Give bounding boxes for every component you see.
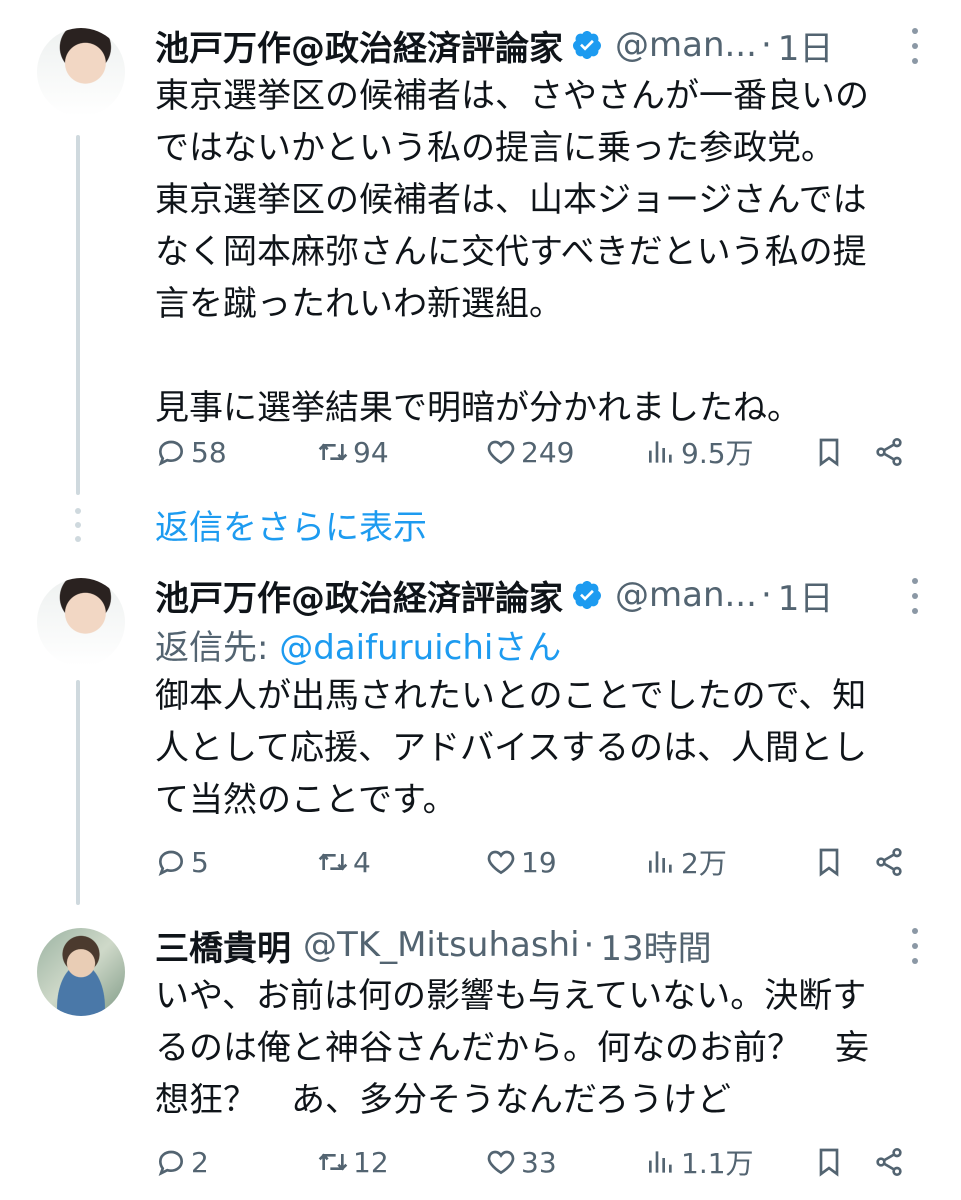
retweet-count: 94	[353, 435, 389, 469]
reply-button[interactable]: 5	[155, 846, 317, 879]
tweet-text: いや、お前は何の影響も与えていない。決断す るのは俺と神谷さんだから。何なのお前…	[155, 976, 869, 1120]
tweet[interactable]: 池戸万作@政治経済評論家 @man... · 1日 東京選挙区の候補者は、さやさ…	[0, 20, 961, 480]
display-name[interactable]: 池戸万作@政治経済評論家	[155, 21, 563, 70]
separator: ·	[583, 925, 595, 965]
action-bar: 5 4 19 2万	[155, 840, 921, 884]
like-count: 249	[521, 435, 575, 469]
retweet-count: 4	[353, 845, 371, 879]
views-icon	[649, 441, 672, 463]
views-count: 1.1万	[681, 1147, 754, 1180]
views-icon	[649, 1151, 672, 1173]
bookmark-button[interactable]	[813, 846, 873, 878]
retweet-button[interactable]: 12	[317, 1146, 485, 1179]
avatar[interactable]	[37, 578, 125, 666]
like-count: 33	[521, 1145, 557, 1179]
tweet-text: 御本人が出馬されたいとのことでしたので、知 人として応援、アドバイスするのは、人…	[155, 676, 867, 820]
reply-count: 58	[191, 435, 227, 469]
verified-icon	[572, 31, 601, 59]
show-more-replies-link[interactable]: 返信をさらに表示	[155, 500, 427, 549]
retweet-count: 12	[353, 1145, 389, 1179]
share-icon	[876, 848, 902, 876]
bookmark-icon	[819, 1148, 839, 1177]
views-count: 2万	[681, 847, 727, 880]
tweet-header: 池戸万作@政治経済評論家 @man... · 1日	[155, 570, 833, 620]
tweet[interactable]: 池戸万作@政治経済評論家 @man... · 1日 返信先: @daifurui…	[0, 570, 961, 900]
reply-icon	[158, 440, 184, 467]
handle[interactable]: @man...	[615, 25, 757, 65]
display-name[interactable]: 三橋貴明	[155, 921, 291, 970]
like-icon	[487, 1150, 515, 1175]
reply-button[interactable]: 58	[155, 436, 317, 469]
reply-icon	[158, 1150, 184, 1177]
retweet-icon	[318, 443, 348, 461]
like-icon	[487, 850, 515, 875]
bookmark-icon	[819, 438, 839, 467]
like-button[interactable]: 19	[485, 846, 645, 879]
separator: ·	[760, 575, 772, 615]
replying-to-mention[interactable]: @daifuruichiさん	[279, 628, 561, 668]
display-name[interactable]: 池戸万作@政治経済評論家	[155, 571, 563, 620]
tweet-header: 池戸万作@政治経済評論家 @man... · 1日	[155, 20, 833, 70]
timestamp[interactable]: 1日	[778, 571, 834, 620]
reply-icon	[158, 850, 184, 877]
tweet-text: 東京選挙区の候補者は、さやさんが一番良いの ではないかという私の提言に乗った参政…	[155, 76, 869, 428]
share-button[interactable]	[873, 436, 909, 468]
bookmark-button[interactable]	[813, 436, 873, 468]
replying-to-label: 返信先:	[155, 628, 280, 668]
separator: ·	[760, 25, 772, 65]
views-count: 9.5万	[681, 437, 754, 470]
handle[interactable]: @TK_Mitsuhashi	[303, 925, 580, 965]
more-icon[interactable]	[911, 928, 919, 964]
views-button[interactable]: 9.5万	[645, 432, 813, 472]
views-button[interactable]: 2万	[645, 842, 813, 882]
share-button[interactable]	[873, 1146, 909, 1178]
reply-count: 5	[191, 845, 209, 879]
avatar[interactable]	[37, 928, 125, 1016]
thread-gap-dots	[75, 508, 81, 542]
share-icon	[876, 1148, 902, 1176]
reply-count: 2	[191, 1145, 209, 1179]
share-icon	[876, 438, 902, 466]
timestamp[interactable]: 13時間	[600, 921, 711, 970]
tweet-header: 三橋貴明 @TK_Mitsuhashi · 13時間	[155, 920, 712, 970]
more-icon[interactable]	[911, 28, 919, 64]
bookmark-button[interactable]	[813, 1146, 873, 1178]
like-button[interactable]: 33	[485, 1146, 645, 1179]
timestamp[interactable]: 1日	[778, 21, 834, 70]
like-icon	[487, 440, 515, 465]
retweet-button[interactable]: 4	[317, 846, 485, 879]
action-bar: 58 94 249 9.5万	[155, 430, 921, 474]
bookmark-icon	[819, 848, 839, 877]
like-count: 19	[521, 845, 557, 879]
avatar[interactable]	[37, 28, 125, 116]
retweet-icon	[318, 853, 348, 871]
views-icon	[649, 851, 672, 873]
handle[interactable]: @man...	[615, 575, 757, 615]
like-button[interactable]: 249	[485, 436, 645, 469]
more-icon[interactable]	[911, 578, 919, 614]
retweet-button[interactable]: 94	[317, 436, 485, 469]
share-button[interactable]	[873, 846, 909, 878]
tweet[interactable]: 三橋貴明 @TK_Mitsuhashi · 13時間 いや、お前は何の影響も与え…	[0, 920, 961, 1190]
reply-button[interactable]: 2	[155, 1146, 317, 1179]
retweet-icon	[318, 1153, 348, 1171]
verified-icon	[572, 581, 601, 609]
action-bar: 2 12 33 1.1万	[155, 1140, 921, 1184]
replying-to: 返信先: @daifuruichiさん	[155, 620, 561, 669]
views-button[interactable]: 1.1万	[645, 1142, 813, 1182]
